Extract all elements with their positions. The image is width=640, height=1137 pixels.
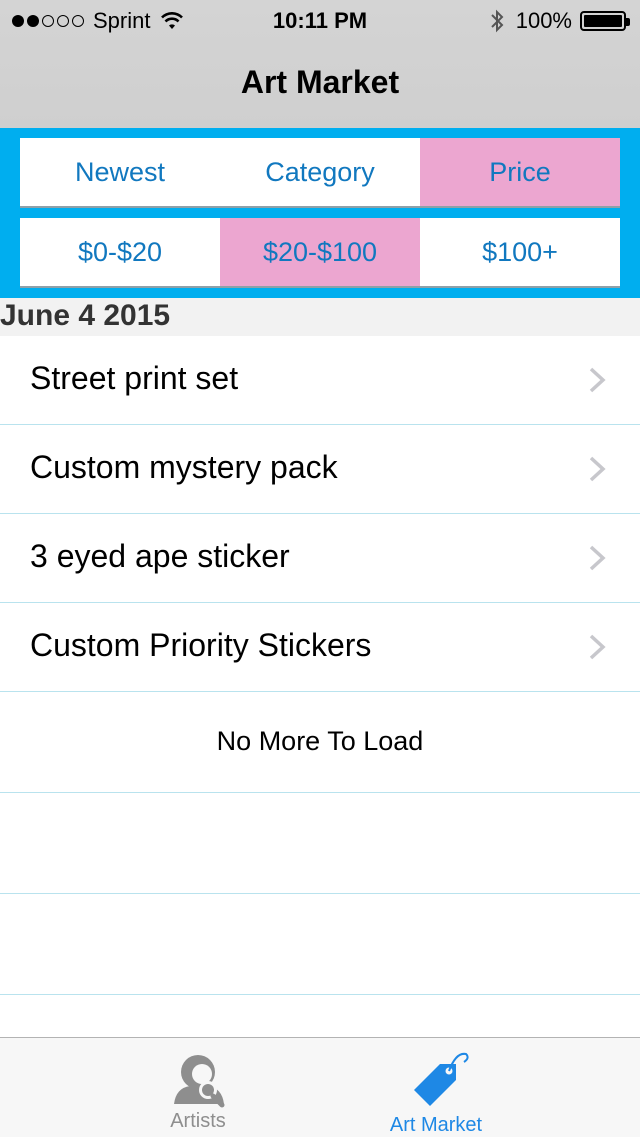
tab-price[interactable]: Price <box>420 138 620 206</box>
header: Sprint 10:11 PM 100% Art Market <box>0 0 640 129</box>
price-segmented-control: $0-$20 $20-$100 $100+ <box>20 218 620 286</box>
tab-price-20-100[interactable]: $20-$100 <box>220 218 420 286</box>
filter-panel: Newest Category Price $0-$20 $20-$100 $1… <box>0 128 640 298</box>
list-item-label: Street print set <box>30 360 239 396</box>
load-more-label: No More To Load <box>216 726 424 756</box>
tab-price-100-plus[interactable]: $100+ <box>420 218 620 286</box>
list-item[interactable]: 3 eyed ape sticker <box>0 514 640 603</box>
tab-artists-label: Artists <box>170 1110 226 1132</box>
artists-icon <box>174 1055 225 1108</box>
list-item-label: 3 eyed ape sticker <box>30 538 290 574</box>
price-tag-icon <box>414 1052 469 1106</box>
battery-fill <box>584 15 622 27</box>
empty-row <box>0 793 640 894</box>
list-item[interactable]: Custom mystery pack <box>0 425 640 514</box>
section-date: June 4 2015 <box>0 299 171 332</box>
chevron-right-icon <box>589 545 606 571</box>
tab-category[interactable]: Category <box>220 138 420 206</box>
tab-art-market-label: Art Market <box>389 1114 483 1136</box>
tab-art-market[interactable]: Art Market <box>316 1038 556 1137</box>
battery-percent: 100% <box>515 8 572 33</box>
status-right: 100% <box>490 8 630 34</box>
section-header: June 4 2015 <box>0 298 640 336</box>
list-item-label: Custom Priority Stickers <box>30 627 372 663</box>
tab-artists[interactable]: Artists <box>78 1038 318 1137</box>
item-list: Street print set Custom mystery pack 3 e… <box>0 336 640 995</box>
tab-newest[interactable]: Newest <box>20 138 220 206</box>
page-title: Art Market <box>240 64 400 100</box>
tab-bar: Artists Art Market <box>0 1037 640 1137</box>
list-item[interactable]: Custom Priority Stickers <box>0 603 640 692</box>
chevron-right-icon <box>589 367 606 393</box>
chevron-right-icon <box>589 634 606 660</box>
sort-segmented-control: Newest Category Price <box>20 138 620 206</box>
load-more-row: No More To Load <box>0 692 640 793</box>
list-item-label: Custom mystery pack <box>30 449 338 485</box>
chevron-right-icon <box>589 456 606 482</box>
list-item[interactable]: Street print set <box>0 336 640 425</box>
status-bar: Sprint 10:11 PM 100% <box>0 0 640 40</box>
tab-price-0-20[interactable]: $0-$20 <box>20 218 220 286</box>
empty-row <box>0 894 640 995</box>
bluetooth-icon <box>491 9 504 33</box>
battery-icon <box>580 11 630 31</box>
